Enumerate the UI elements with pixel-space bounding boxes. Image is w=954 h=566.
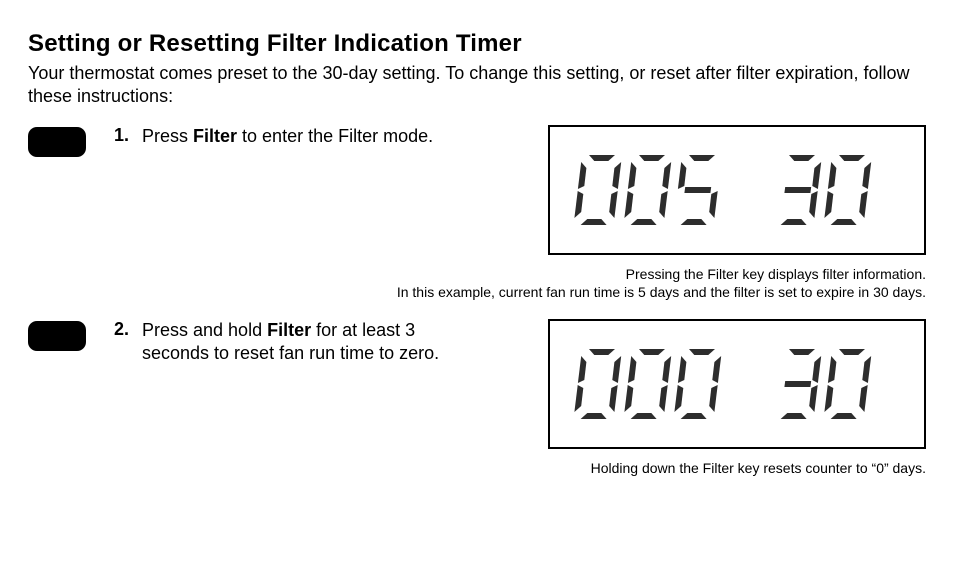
step-instruction: Press Filter to enter the Filter mode. <box>142 125 433 148</box>
lcd-display-1 <box>548 125 926 255</box>
caption-1: Pressing the Filter key displays filter … <box>28 265 926 301</box>
page-title: Setting or Resetting Filter Indication T… <box>28 30 926 58</box>
step-post: to enter the Filter mode. <box>237 126 433 146</box>
step-number: 1. <box>114 125 142 146</box>
filter-button-icon <box>28 321 86 351</box>
step-pre: Press <box>142 126 193 146</box>
caption-line: Holding down the Filter key resets count… <box>591 460 926 476</box>
intro-text: Your thermostat comes preset to the 30-d… <box>28 62 926 107</box>
caption-line: In this example, current fan run time is… <box>397 284 926 300</box>
step-bold: Filter <box>267 320 311 340</box>
lcd-display-2 <box>548 319 926 449</box>
step-bold: Filter <box>193 126 237 146</box>
step-instruction: Press and hold Filter for at least 3 sec… <box>142 319 442 364</box>
caption-2: Holding down the Filter key resets count… <box>28 459 926 477</box>
step-row-2: 2. Press and hold Filter for at least 3 … <box>28 319 926 449</box>
caption-line: Pressing the Filter key displays filter … <box>626 266 926 282</box>
step-pre: Press and hold <box>142 320 267 340</box>
step-row-1: 1. Press Filter to enter the Filter mode… <box>28 125 926 255</box>
filter-button-icon <box>28 127 86 157</box>
step-number: 2. <box>114 319 142 340</box>
